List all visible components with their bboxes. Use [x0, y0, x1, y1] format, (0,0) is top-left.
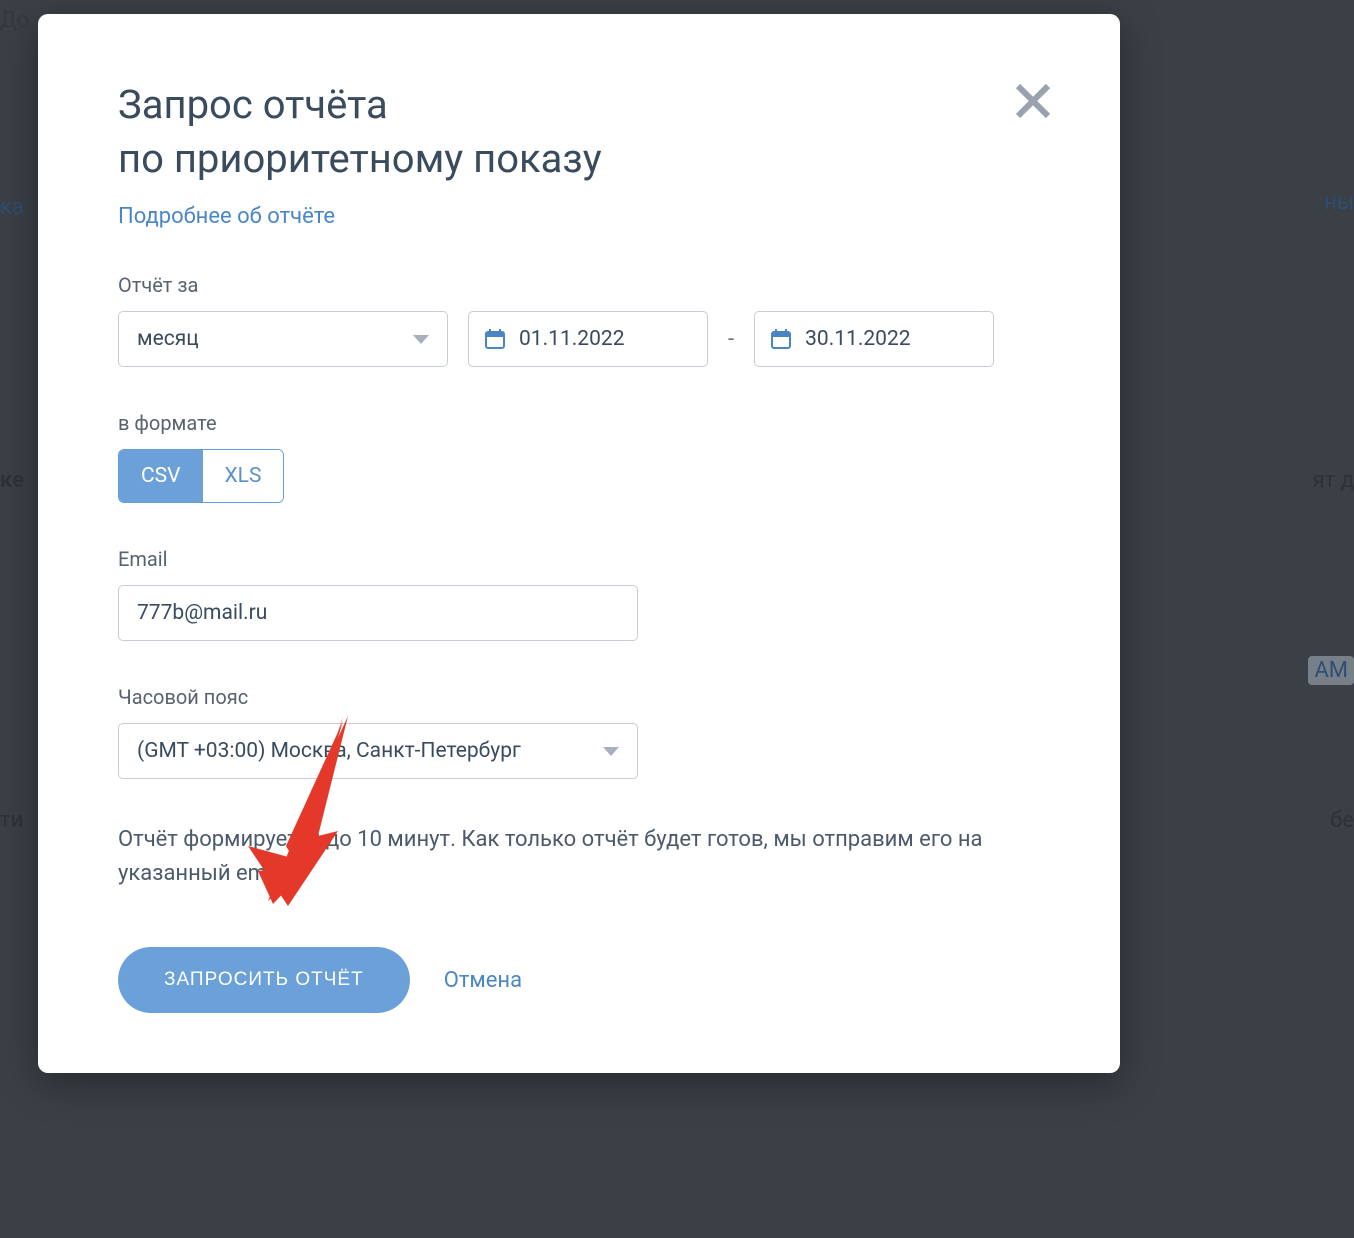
more-about-report-link[interactable]: Подробнее об отчёте [118, 204, 335, 229]
timezone-value: (GMT +03:00) Москва, Санкт-Петербург [137, 739, 521, 763]
chevron-down-icon [603, 747, 619, 756]
date-to-input[interactable]: 30.11.2022 [754, 311, 994, 367]
period-label: Отчёт за [118, 273, 1040, 297]
date-to-value: 30.11.2022 [805, 327, 911, 351]
period-unit-value: месяц [137, 327, 199, 351]
actions-row: ЗАПРОСИТЬ ОТЧЁТ Отмена [118, 947, 1040, 1013]
timezone-label: Часовой пояс [118, 685, 1040, 709]
modal-title: Запрос отчёта по приоритетному показу [118, 78, 1040, 186]
request-report-modal: Запрос отчёта по приоритетному показу По… [38, 14, 1120, 1073]
date-from-input[interactable]: 01.11.2022 [468, 311, 708, 367]
email-value: 777b@mail.ru [137, 601, 267, 625]
close-icon [1013, 81, 1053, 121]
format-toggle: CSV XLS [118, 449, 284, 503]
info-text: Отчёт формируется до 10 минут. Как тольк… [118, 823, 1040, 891]
timezone-select[interactable]: (GMT +03:00) Москва, Санкт-Петербург [118, 723, 638, 779]
calendar-icon [771, 329, 791, 349]
close-button[interactable] [1008, 76, 1058, 126]
email-label: Email [118, 547, 1040, 571]
period-unit-select[interactable]: месяц [118, 311, 448, 367]
date-from-value: 01.11.2022 [519, 327, 625, 351]
format-label: в формате [118, 411, 1040, 435]
format-csv-option[interactable]: CSV [119, 450, 203, 502]
chevron-down-icon [413, 335, 429, 344]
calendar-icon [485, 329, 505, 349]
cancel-link[interactable]: Отмена [444, 968, 522, 993]
request-report-button[interactable]: ЗАПРОСИТЬ ОТЧЁТ [118, 947, 410, 1013]
email-input[interactable]: 777b@mail.ru [118, 585, 638, 641]
modal-title-line2: по приоритетному показу [118, 135, 602, 182]
date-range-dash: - [728, 327, 734, 352]
period-row: месяц 01.11.2022 - 30.11.2022 [118, 311, 1040, 367]
modal-title-line1: Запрос отчёта [118, 81, 388, 128]
format-xls-option[interactable]: XLS [203, 450, 284, 502]
